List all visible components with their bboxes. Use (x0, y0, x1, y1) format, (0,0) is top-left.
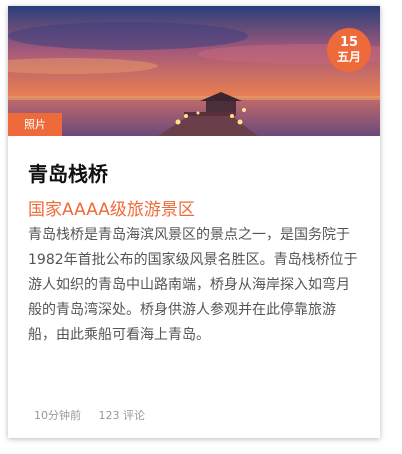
article-card[interactable]: 15 五月 照片 青岛栈桥 国家AAAA级旅游景区 青岛栈桥是青岛海滨风景区的景… (8, 6, 380, 438)
photo-category-tag[interactable]: 照片 (8, 113, 62, 136)
date-day: 15 (339, 35, 359, 50)
date-month: 五月 (336, 50, 361, 64)
time-ago: 10分钟前 (34, 409, 81, 422)
sunset-pier-image (8, 6, 380, 136)
card-content: 青岛栈桥 国家AAAA级旅游景区 青岛栈桥是青岛海滨风景区的景点之一，是国务院于… (8, 136, 380, 438)
comments-link[interactable]: 123 评论 (99, 409, 146, 422)
card-subtitle: 国家AAAA级旅游景区 (28, 200, 195, 220)
date-badge: 15 五月 (327, 28, 371, 72)
article-photo[interactable]: 15 五月 照片 (8, 6, 380, 136)
card-meta: 10分钟前 123 评论 (34, 409, 159, 423)
card-description: 青岛栈桥是青岛海滨风景区的景点之一，是国务院于1982年首批公布的国家级风景名胜… (28, 227, 358, 343)
card-title[interactable]: 青岛栈桥 (28, 162, 108, 186)
